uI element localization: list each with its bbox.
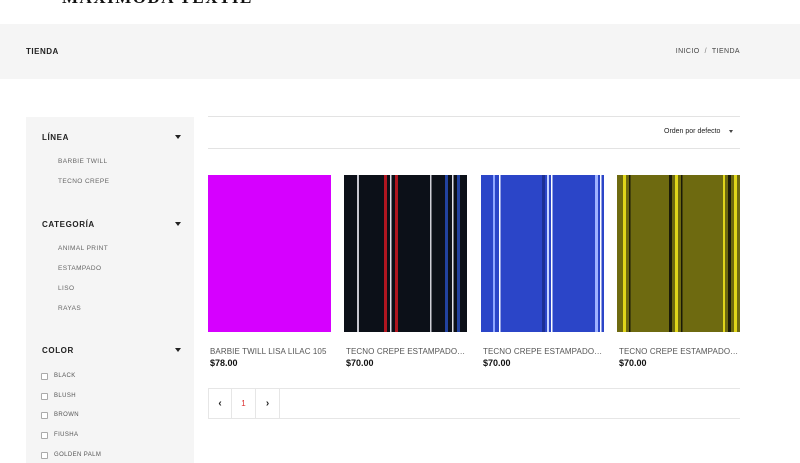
breadcrumb-home-link[interactable]: INICIO bbox=[676, 48, 700, 55]
color-label: BLACK bbox=[54, 373, 76, 379]
facet-link-animal-print[interactable]: ANIMAL PRINT bbox=[58, 245, 108, 252]
chevron-right-icon: › bbox=[265, 398, 270, 409]
breadcrumb: INICIO / TIENDA bbox=[676, 48, 740, 55]
breadcrumb-separator: / bbox=[704, 48, 707, 55]
site-header: MAXIMODA TEXTIL bbox=[0, 0, 800, 8]
product-card[interactable]: TECNO CREPE ESTAMPADO NAVY STRIPES $70.0… bbox=[481, 175, 604, 368]
product-image[interactable] bbox=[617, 175, 740, 332]
caret-down-icon[interactable] bbox=[175, 222, 181, 226]
sort-label: Orden por defecto bbox=[664, 128, 721, 135]
divider bbox=[208, 116, 740, 117]
page-title: TIENDA bbox=[26, 47, 59, 56]
site-logo[interactable]: MAXIMODA TEXTIL bbox=[62, 0, 253, 8]
color-filter-golden-palm[interactable]: GOLDEN PALM bbox=[41, 450, 101, 460]
caret-down-icon[interactable] bbox=[175, 348, 181, 352]
caret-down-icon[interactable] bbox=[175, 135, 181, 139]
product-price: $70.00 bbox=[346, 358, 374, 368]
checkbox[interactable] bbox=[41, 411, 48, 419]
color-filter-brown[interactable]: BROWN bbox=[41, 410, 79, 420]
sort-select[interactable]: Orden por defecto bbox=[664, 128, 734, 135]
color-label: BROWN bbox=[54, 412, 79, 418]
facet-link-tecno-crepe[interactable]: TECNO CREPE bbox=[58, 178, 109, 185]
divider bbox=[208, 148, 740, 149]
checkbox[interactable] bbox=[41, 431, 48, 439]
pagination: ‹ 1 › bbox=[208, 389, 280, 418]
facet-link-rayas[interactable]: RAYAS bbox=[58, 305, 81, 312]
facet-link-estampado[interactable]: ESTAMPADO bbox=[58, 265, 101, 272]
product-card[interactable]: TECNO CREPE ESTAMPADO YELLOW STRIPES $70… bbox=[617, 175, 740, 368]
color-label: FIUSHA bbox=[54, 432, 79, 438]
color-filter-black[interactable]: BLACK bbox=[41, 371, 76, 381]
next-page-button[interactable]: › bbox=[256, 389, 280, 418]
product-card[interactable]: TECNO CREPE ESTAMPADO BLACK STRIPES $70.… bbox=[344, 175, 467, 368]
color-filter-blush[interactable]: BLUSH bbox=[41, 391, 76, 401]
product-name[interactable]: TECNO CREPE ESTAMPADO YELLOW STRIPES bbox=[617, 347, 739, 356]
facet-link-liso[interactable]: LISO bbox=[58, 285, 74, 292]
product-price: $70.00 bbox=[483, 358, 511, 368]
color-label: GOLDEN PALM bbox=[54, 452, 102, 458]
product-name[interactable]: TECNO CREPE ESTAMPADO BLACK STRIPES bbox=[344, 347, 466, 356]
product-name[interactable]: TECNO CREPE ESTAMPADO NAVY STRIPES bbox=[481, 347, 603, 356]
color-filter-fiusha[interactable]: FIUSHA bbox=[41, 430, 78, 440]
color-label: BLUSH bbox=[54, 393, 77, 399]
facet-title-categoria[interactable]: CATEGORÍA bbox=[42, 220, 95, 229]
divider bbox=[208, 388, 740, 389]
product-card[interactable]: BARBIE TWILL LISA LILAC 105 $78.00 bbox=[208, 175, 331, 368]
chevron-down-icon bbox=[729, 130, 734, 133]
facet-title-linea[interactable]: LÍNEA bbox=[42, 133, 69, 142]
breadcrumb-current: TIENDA bbox=[711, 48, 740, 55]
page-title-bar: TIENDA INICIO / TIENDA bbox=[0, 24, 800, 79]
facet-link-barbie-twill[interactable]: BARBIE TWILL bbox=[58, 158, 107, 165]
checkbox[interactable] bbox=[41, 372, 48, 380]
product-price: $78.00 bbox=[210, 358, 238, 368]
product-name[interactable]: BARBIE TWILL LISA LILAC 105 bbox=[208, 347, 330, 356]
filter-sidebar: LÍNEA BARBIE TWILL TECNO CREPE CATEGORÍA… bbox=[26, 117, 194, 463]
product-image[interactable] bbox=[208, 175, 331, 332]
prev-page-button[interactable]: ‹ bbox=[208, 389, 232, 418]
chevron-left-icon: ‹ bbox=[218, 398, 222, 409]
page-number-current[interactable]: 1 bbox=[232, 389, 256, 418]
product-image[interactable] bbox=[481, 175, 604, 332]
checkbox[interactable] bbox=[41, 392, 48, 400]
divider bbox=[208, 418, 740, 419]
facet-title-color[interactable]: COLOR bbox=[42, 346, 74, 355]
checkbox[interactable] bbox=[41, 451, 48, 459]
product-price: $70.00 bbox=[619, 358, 647, 368]
product-image[interactable] bbox=[344, 175, 467, 332]
